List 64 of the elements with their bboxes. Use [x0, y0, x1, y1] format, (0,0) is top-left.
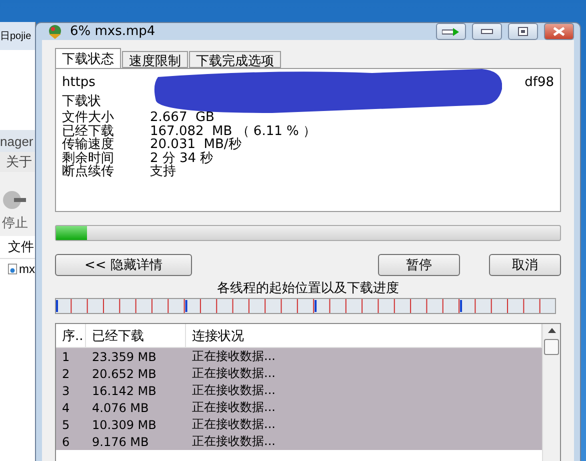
field-value: 2 分 34 秒	[150, 152, 214, 165]
table-cell-text: 3	[61, 382, 71, 399]
table-cell-text: 正在接收数据...	[191, 399, 276, 416]
field-label: 已经下载	[62, 124, 115, 138]
field-value: 20.031 MB/秒	[150, 138, 242, 152]
tab[interactable]: 速度限制	[122, 51, 188, 68]
column-header: 文件	[8, 238, 34, 256]
window-title: 6% mxs.mp4	[70, 24, 156, 39]
table-cell-text: 1	[61, 348, 71, 365]
scroll-thumb[interactable]	[544, 339, 559, 355]
table-cell-text: 2	[61, 366, 71, 382]
arrow-icon	[442, 28, 460, 36]
close-button[interactable]	[544, 23, 574, 40]
field-value: 支持	[150, 165, 177, 178]
field-value: 167.082 MB （ 6.11 % ）	[150, 124, 317, 138]
minimize-icon	[481, 29, 493, 34]
close-icon	[553, 27, 565, 36]
table-cell-text: 20.652 MB	[91, 366, 158, 382]
url-text: https	[62, 75, 96, 92]
pause-button[interactable]: 暂停	[378, 254, 460, 276]
column-header: 序..	[56, 324, 86, 347]
table-cell-text: 4.076 MB	[91, 400, 150, 416]
table-cell-text: 6	[61, 434, 71, 450]
minimize-button[interactable]	[472, 23, 502, 40]
maximize-button[interactable]	[508, 23, 538, 40]
file-name: mx	[19, 262, 35, 276]
window-title: 日pojie	[0, 30, 32, 43]
field-label: 文件大小	[62, 111, 115, 124]
url-text: df98	[524, 75, 554, 92]
table-cell-text: 正在接收数据...	[191, 348, 276, 365]
table-cell-text: 正在接收数据...	[191, 416, 276, 433]
connection-row[interactable]: 4 4.076 MB 正在接收数据...	[56, 399, 542, 416]
field-label: 剩余时间	[62, 152, 115, 165]
table-cell-text: 4	[61, 400, 71, 416]
field-value: 2.667 GB	[150, 111, 216, 124]
connection-row[interactable]: 3 16.142 MB 正在接收数据...	[56, 382, 542, 399]
resume-button[interactable]	[436, 23, 466, 40]
status-label: 下载状	[62, 93, 101, 109]
field-label: 传输速度	[62, 138, 115, 152]
table-cell-text: 9.176 MB	[91, 434, 150, 450]
connection-row[interactable]: 5 10.309 MB 正在接收数据...	[56, 416, 542, 433]
scrollbar[interactable]	[542, 324, 560, 461]
connection-row[interactable]: 1 23.359 MB 正在接收数据...	[56, 348, 542, 365]
table-cell-text: 23.359 MB	[91, 348, 158, 365]
cancel-button[interactable]: 取消	[489, 254, 561, 276]
menu-label: nager	[0, 134, 34, 148]
tab[interactable]: 下载状态	[55, 48, 121, 68]
maximize-icon	[518, 27, 528, 36]
scroll-up-icon[interactable]	[548, 328, 556, 333]
table-cell-text: 正在接收数据...	[191, 382, 276, 399]
table-cell-text: 10.309 MB	[91, 416, 158, 433]
tab[interactable]: 下载完成选项	[189, 51, 281, 68]
table-cell-text: 5	[61, 416, 71, 433]
table-cell-text: 正在接收数据...	[191, 365, 276, 382]
field-label: 断点续传	[62, 165, 115, 178]
column-header: 已经下载	[86, 324, 186, 347]
threads-caption: 各线程的起始位置以及下载进度	[216, 280, 400, 297]
audio-file-icon	[8, 262, 17, 276]
connection-row[interactable]: 2 20.652 MB 正在接收数据...	[56, 365, 542, 382]
table-cell-text: 16.142 MB	[91, 382, 158, 399]
connection-row[interactable]: 6 9.176 MB 正在接收数据...	[56, 433, 542, 450]
table-cell-text: 正在接收数据...	[191, 433, 276, 450]
stop-icon	[2, 190, 26, 210]
hide-details-button[interactable]: << 隐藏详情	[55, 254, 192, 276]
